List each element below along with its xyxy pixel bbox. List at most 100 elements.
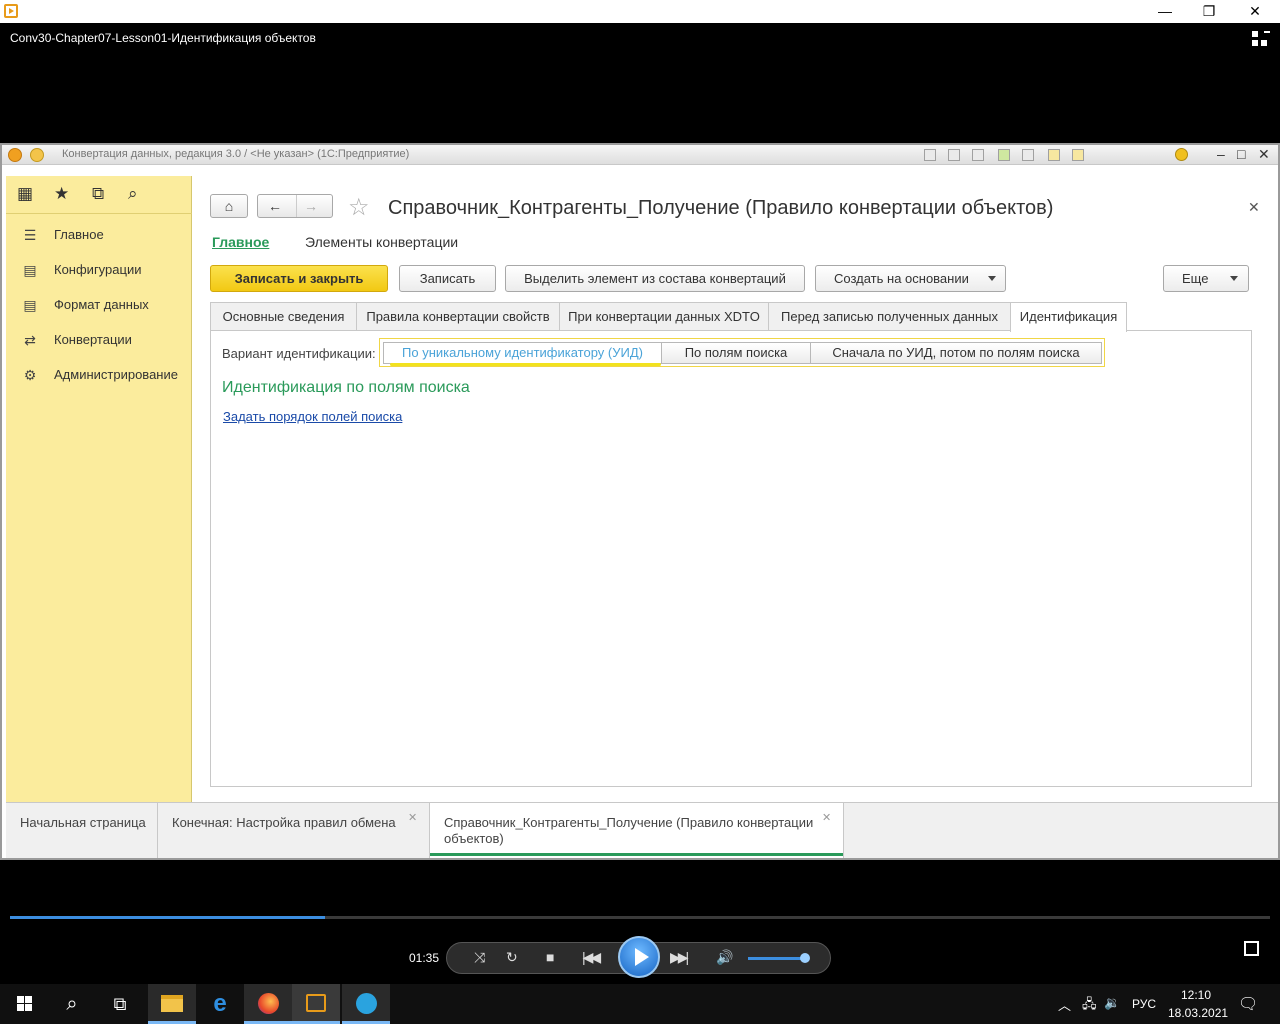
sidebar-item-configurations[interactable]: ▤ Конфигурации <box>6 253 192 288</box>
option-label: По уникальному идентификатору (УИД) <box>402 345 643 360</box>
star-icon[interactable]: ★ <box>54 184 69 204</box>
sidebar-item-label: Конвертации <box>54 332 132 347</box>
sidebar-item-label: Администрирование <box>54 367 178 382</box>
page-title: Справочник_Контрагенты_Получение (Правил… <box>388 197 1054 219</box>
calendar-icon[interactable] <box>1072 149 1084 161</box>
search-icon[interactable]: ⌕ <box>48 984 96 1024</box>
more-label: Еще <box>1182 271 1209 286</box>
sidebar-item-label: Главное <box>54 227 104 242</box>
taskbar: ⌕ ⧉ e ︿ 🖧 🔉 РУС 12:10 18.03.2021 🗨 <box>0 984 1280 1024</box>
start-button[interactable] <box>0 984 48 1024</box>
maximize-button[interactable]: ❐ <box>1186 0 1232 23</box>
tab-property-rules[interactable]: Правила конвертации свойств <box>356 302 560 331</box>
onec-title-bar: Конвертация данных, редакция 3.0 / <Не у… <box>2 145 1278 165</box>
task-view-icon[interactable]: ⧉ <box>96 984 144 1024</box>
save-button[interactable]: Записать <box>399 265 496 292</box>
edge-icon[interactable]: e <box>196 984 244 1024</box>
firefox-icon[interactable] <box>244 984 292 1024</box>
window-tab-label: Справочник_Контрагенты_Получение (Правил… <box>444 815 814 846</box>
nav-link-main[interactable]: Главное <box>212 234 269 250</box>
volume-icon[interactable]: 🔊 <box>716 949 733 966</box>
toolbar-icon[interactable] <box>948 149 960 161</box>
window-tab-current[interactable]: Справочник_Контрагенты_Получение (Правил… <box>430 803 844 858</box>
sidebar-item-data-format[interactable]: ▤ Формат данных <box>6 288 192 323</box>
option-by-search-fields[interactable]: По полям поиска <box>661 342 811 364</box>
clock-time[interactable]: 12:10 <box>1181 988 1211 1002</box>
save-and-close-button[interactable]: Записать и закрыть <box>210 265 388 292</box>
section-heading: Идентификация по полям поиска <box>222 379 470 396</box>
minimize-button[interactable]: — <box>1142 0 1188 23</box>
info-icon[interactable] <box>1175 148 1188 161</box>
more-button[interactable]: Еще <box>1163 265 1249 292</box>
document-icon: ▤ <box>23 297 37 313</box>
next-icon[interactable]: ▶▶| <box>670 949 689 966</box>
calculator-icon[interactable] <box>1048 149 1060 161</box>
video-title: Conv30-Chapter07-Lesson01-Идентификация … <box>10 31 316 45</box>
window-tab-exchange-rules[interactable]: Конечная: Настройка правил обмена ✕ <box>158 803 430 858</box>
language-indicator[interactable]: РУС <box>1132 997 1156 1011</box>
close-form-icon[interactable]: ✕ <box>1248 199 1260 216</box>
fullscreen-icon[interactable] <box>1244 941 1259 956</box>
volume-knob[interactable] <box>799 953 810 963</box>
onec-close-icon[interactable]: ✕ <box>1258 146 1270 163</box>
close-icon[interactable]: ✕ <box>822 811 831 824</box>
playlist-icon[interactable] <box>1252 31 1270 49</box>
sidebar-item-administration[interactable]: ⚙ Администрирование <box>6 358 192 393</box>
sidebar-item-main[interactable]: ☰ Главное <box>6 218 192 253</box>
home-button[interactable]: ⌂ <box>210 194 248 218</box>
history-icon[interactable] <box>1022 149 1034 161</box>
document-icon: ▤ <box>23 262 37 278</box>
arrows-icon: ⇄ <box>24 332 36 348</box>
repeat-icon[interactable]: ↻ <box>506 949 518 966</box>
favorite-star-icon[interactable]: ☆ <box>348 193 370 222</box>
tab-basic-info[interactable]: Основные сведения <box>210 302 357 331</box>
onec-menu-icon[interactable] <box>30 148 44 162</box>
set-search-fields-order-link[interactable]: Задать порядок полей поиска <box>223 409 402 424</box>
volume-slider[interactable] <box>748 957 804 960</box>
favorites-icon[interactable] <box>998 149 1010 161</box>
shuffle-icon[interactable]: ⤨ <box>474 949 485 966</box>
create-based-on-label: Создать на основании <box>834 271 969 286</box>
notifications-icon[interactable]: 🗨 <box>1238 994 1258 1014</box>
close-icon[interactable]: ✕ <box>408 811 417 824</box>
nav-link-conversion-elements[interactable]: Элементы конвертации <box>305 234 458 250</box>
option-by-uid[interactable]: По уникальному идентификатору (УИД) <box>383 342 662 366</box>
play-button[interactable] <box>618 936 660 978</box>
menu-lines-icon: ☰ <box>23 227 37 243</box>
stop-icon[interactable]: ■ <box>546 949 554 965</box>
identification-variant-selector: По уникальному идентификатору (УИД) По п… <box>379 338 1105 367</box>
apps-grid-icon[interactable]: ▦ <box>17 184 33 204</box>
close-button[interactable]: ✕ <box>1232 0 1278 23</box>
onec-window: Конвертация данных, редакция 3.0 / <Не у… <box>0 143 1280 860</box>
window-tab-home[interactable]: Начальная страница <box>6 803 158 858</box>
search-icon[interactable]: ⌕ <box>128 184 138 204</box>
toolbar-icon[interactable] <box>924 149 936 161</box>
history-icon[interactable]: ⧉ <box>92 184 104 204</box>
player-app-icon <box>4 4 18 18</box>
sidebar-item-conversions[interactable]: ⇄ Конвертации <box>6 323 192 358</box>
explorer-icon[interactable] <box>148 984 196 1024</box>
onec-minimize-icon[interactable]: – <box>1217 146 1225 162</box>
previous-icon[interactable]: |◀◀ <box>582 949 601 966</box>
clock-date[interactable]: 18.03.2021 <box>1168 1006 1228 1020</box>
telegram-icon[interactable] <box>342 984 390 1024</box>
onec-maximize-icon[interactable]: □ <box>1237 146 1245 162</box>
back-arrow-icon[interactable]: ← <box>268 195 282 217</box>
playback-time: 01:35 <box>409 951 440 965</box>
option-uid-then-fields[interactable]: Сначала по УИД, потом по полям поиска <box>810 342 1102 364</box>
player-title-bar: — ❐ ✕ <box>0 0 1280 23</box>
highlight-element-button[interactable]: Выделить элемент из состава конвертаций <box>505 265 805 292</box>
window-tab-label: Конечная: Настройка правил обмена <box>172 815 396 830</box>
tab-xdto-conversion[interactable]: При конвертации данных XDTO <box>559 302 769 331</box>
tray-chevron-icon[interactable]: ︿ <box>1058 995 1071 1014</box>
tab-panel <box>210 330 1252 787</box>
tab-before-write[interactable]: Перед записью полученных данных <box>768 302 1011 331</box>
network-icon[interactable]: 🖧 <box>1082 995 1097 1017</box>
toolbar-icon[interactable] <box>972 149 984 161</box>
sound-icon[interactable]: 🔉 <box>1104 995 1120 1011</box>
history-nav: ← → <box>257 194 333 218</box>
tab-identification[interactable]: Идентификация <box>1010 302 1127 332</box>
forward-arrow-icon[interactable]: → <box>304 195 318 217</box>
create-based-on-button[interactable]: Создать на основании <box>815 265 1006 292</box>
media-player-icon[interactable] <box>292 984 340 1024</box>
